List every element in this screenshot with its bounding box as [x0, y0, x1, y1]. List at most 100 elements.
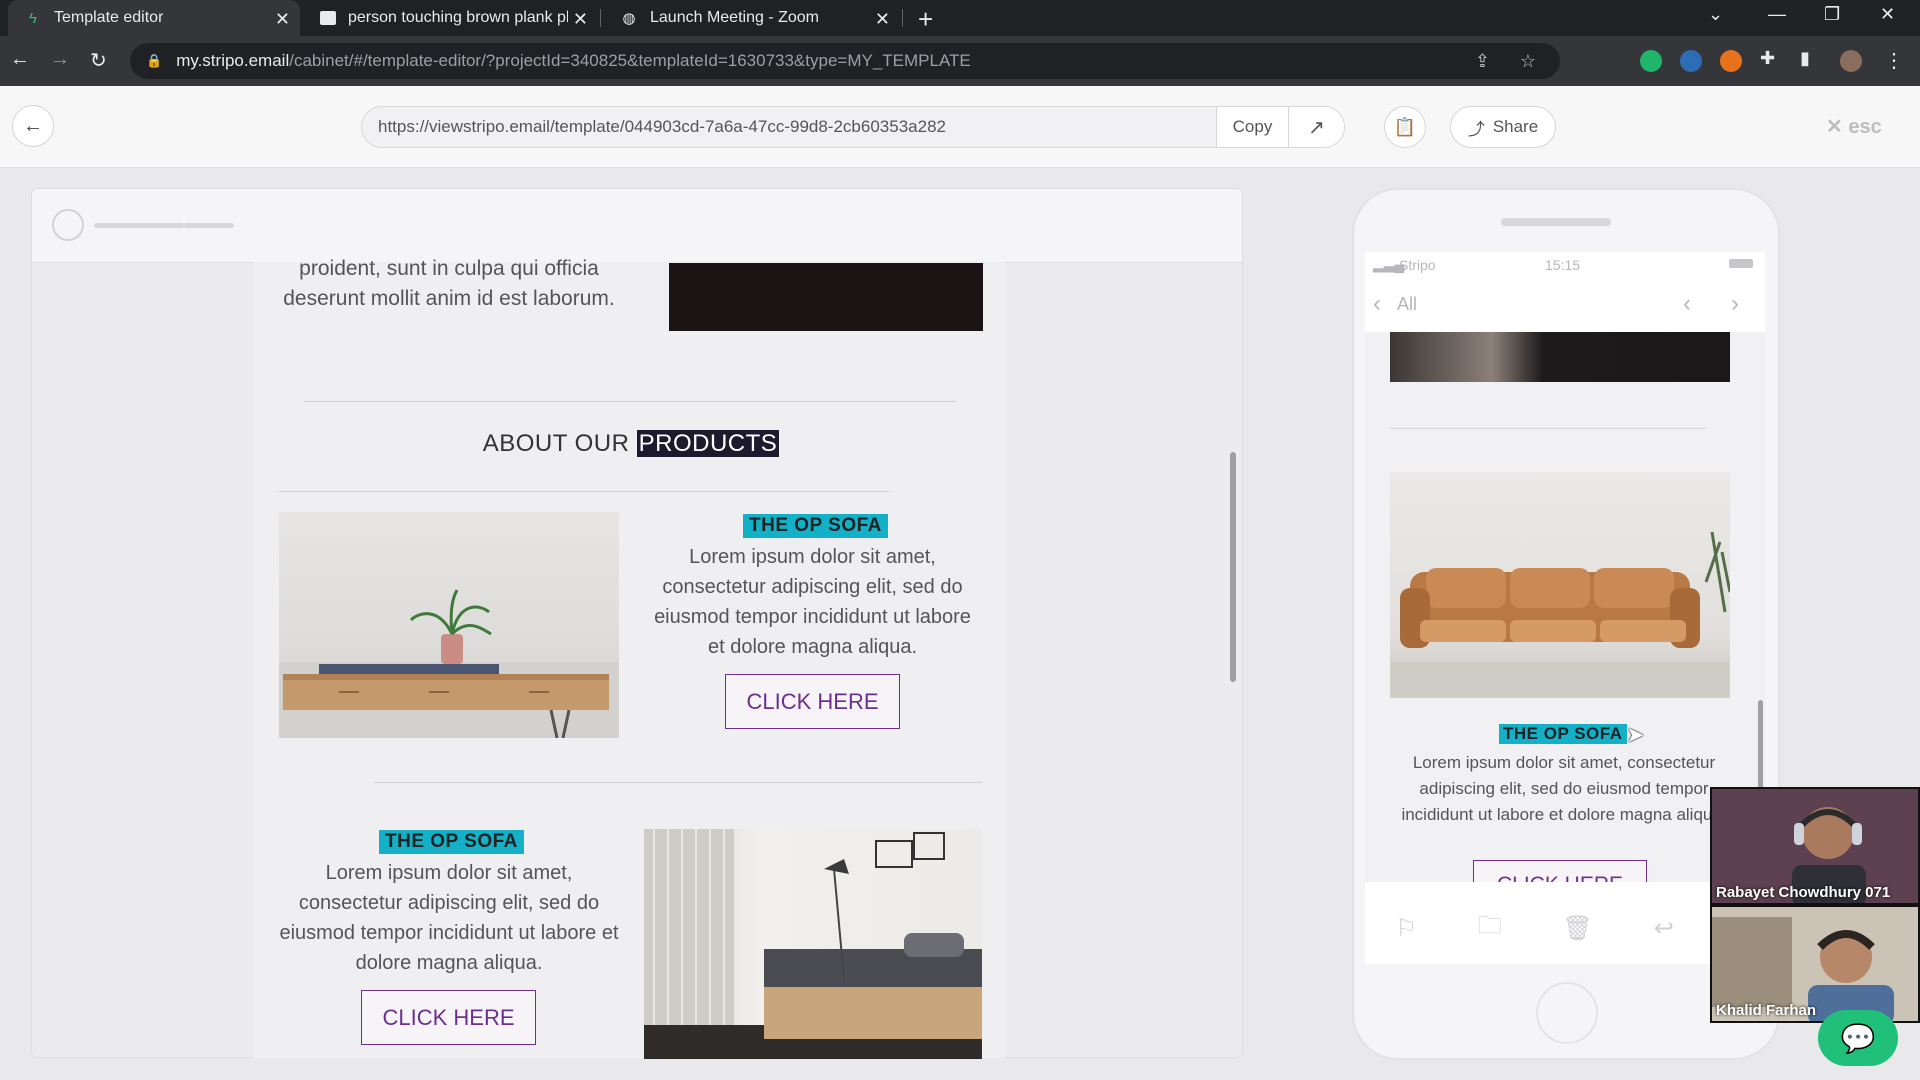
- participant-name: Rabayet Chowdhury 071: [1716, 884, 1891, 901]
- dark-banner-image: [669, 263, 983, 331]
- esc-close-button[interactable]: ✕ esc: [1826, 114, 1882, 139]
- close-tab-icon[interactable]: ✕: [275, 9, 290, 30]
- folder-icon[interactable]: 🗀: [1478, 908, 1502, 949]
- click-here-button[interactable]: CLICK HERE: [725, 674, 900, 729]
- sender-avatar-icon: [52, 209, 84, 241]
- product-description: Lorem ipsum dolor sit amet, consectetur …: [279, 862, 619, 974]
- section-title-highlight: PRODUCTS: [636, 430, 780, 457]
- minimize-icon[interactable]: —: [1768, 4, 1786, 25]
- url-host: my.stripo.email: [176, 51, 290, 70]
- bookmark-star-icon[interactable]: ☆: [1520, 51, 1536, 72]
- share-button[interactable]: ⤴ Share: [1450, 106, 1556, 148]
- trash-icon[interactable]: 🗑: [1562, 914, 1592, 943]
- section-title-prefix: ABOUT OUR: [482, 430, 630, 457]
- tab-title: Launch Meeting - Zoom: [650, 9, 819, 26]
- tab-separator: [600, 9, 601, 27]
- bedroom-illustration: [644, 829, 982, 1059]
- mouse-pointer-icon: ➤: [1626, 722, 1645, 747]
- sofa-illustration: [1390, 531, 1730, 698]
- phone-home-button: [1536, 982, 1598, 1044]
- close-tab-icon[interactable]: ✕: [573, 9, 588, 30]
- share-link-field[interactable]: https://viewstripo.email/template/044903…: [362, 107, 1216, 147]
- section-title: ABOUT OUR PRODUCTS: [279, 430, 983, 458]
- mail-actions-bar: ⚐ 🗀 🗑 ↩: [1365, 892, 1765, 964]
- back-to-inbox-label[interactable]: All: [1397, 294, 1417, 315]
- tab-zoom[interactable]: ◍ Launch Meeting - Zoom ✕: [604, 0, 900, 36]
- clipboard-button[interactable]: 📋: [1384, 106, 1426, 148]
- click-here-button[interactable]: CLICK HERE: [1473, 860, 1647, 882]
- phone-speaker: [1501, 218, 1611, 226]
- placeholder-line: [184, 223, 234, 228]
- url-omnibox[interactable]: 🔒 my.stripo.email /cabinet/#/template-ed…: [130, 43, 1560, 79]
- share-link-box: https://viewstripo.email/template/044903…: [361, 106, 1345, 148]
- open-external-button[interactable]: ↗: [1288, 107, 1344, 147]
- back-button[interactable]: ←: [12, 105, 54, 147]
- product-description: Lorem ipsum dolor sit amet, consectetur …: [654, 546, 971, 658]
- fox-extension-icon[interactable]: [1720, 50, 1742, 72]
- address-bar-row: ← → ↻ 🔒 my.stripo.email /cabinet/#/templ…: [0, 36, 1920, 86]
- divider: [374, 782, 982, 783]
- mobile-scrollbar[interactable]: [1758, 700, 1763, 790]
- desktop-preview-header: [32, 189, 1242, 263]
- forward-arrow-icon[interactable]: →: [50, 48, 70, 71]
- browser-tab-strip: ϟ Template editor ✕ person touching brow…: [0, 0, 1920, 36]
- product-tag: THE OP SOFA: [1499, 724, 1627, 744]
- globe-icon: ◍: [622, 10, 636, 27]
- table-plant-illustration: [279, 589, 619, 738]
- flag-icon[interactable]: ⚐: [1395, 914, 1417, 943]
- mobile-email-content: THE OP SOFA Lorem ipsum dolor sit amet, …: [1365, 332, 1765, 882]
- battery-icon: [1729, 259, 1753, 268]
- tab-unsplash[interactable]: person touching brown plank ph ✕: [304, 0, 598, 36]
- previous-message-icon[interactable]: ‹: [1683, 290, 1691, 318]
- reload-icon[interactable]: ↻: [90, 48, 107, 73]
- close-window-icon[interactable]: ✕: [1880, 4, 1895, 25]
- tab-template-editor[interactable]: ϟ Template editor ✕: [8, 0, 300, 36]
- profile-avatar[interactable]: [1840, 50, 1862, 72]
- restore-icon[interactable]: ❐: [1824, 4, 1840, 25]
- participant-video: Rabayet Chowdhury 071: [1710, 787, 1920, 905]
- mail-nav-bar: ‹ All ‹ ›: [1365, 278, 1765, 332]
- share-page-icon[interactable]: ⇪: [1475, 51, 1490, 72]
- click-here-button[interactable]: CLICK HERE: [361, 990, 536, 1045]
- desktop-scrollbar[interactable]: [1230, 452, 1236, 682]
- preview-toolbar: ← https://viewstripo.email/template/0449…: [0, 86, 1920, 168]
- close-tab-icon[interactable]: ✕: [875, 9, 890, 30]
- tab-separator: [902, 9, 903, 27]
- vpn-extension-icon[interactable]: [1680, 50, 1702, 72]
- chevron-left-icon[interactable]: ‹: [1373, 290, 1381, 318]
- copy-button[interactable]: Copy: [1216, 107, 1288, 147]
- chat-button[interactable]: 💬: [1818, 1010, 1898, 1066]
- divider: [279, 491, 889, 492]
- back-arrow-icon: ←: [23, 114, 43, 137]
- url-path: /cabinet/#/template-editor/?projectId=34…: [289, 51, 971, 70]
- stripo-icon: ϟ: [29, 9, 37, 27]
- intro-text: proident, sunt in culpa qui officia dese…: [283, 257, 615, 310]
- grammarly-extension-icon[interactable]: [1640, 50, 1662, 72]
- back-arrow-icon[interactable]: ←: [10, 48, 30, 71]
- share-nodes-icon: ⤴: [1467, 119, 1485, 139]
- new-tab-plus-icon[interactable]: +: [918, 4, 933, 35]
- reply-icon[interactable]: ↩: [1654, 914, 1674, 943]
- lock-icon: 🔒: [146, 53, 163, 68]
- product-tag: THE OP SOFA: [743, 514, 888, 538]
- mobile-sofa-image: [1390, 472, 1730, 698]
- divider: [304, 401, 956, 402]
- product-image-table-plant: [279, 512, 619, 738]
- esc-label: esc: [1848, 116, 1882, 138]
- product-description: Lorem ipsum dolor sit amet, consectetur …: [1401, 753, 1727, 824]
- product-tag: THE OP SOFA: [379, 830, 524, 854]
- extensions-puzzle-icon[interactable]: ✚: [1760, 48, 1775, 69]
- share-label: Share: [1492, 117, 1539, 136]
- next-message-icon[interactable]: ›: [1731, 290, 1739, 318]
- menu-kebab-icon[interactable]: ⋮: [1884, 48, 1904, 73]
- chat-icon: 💬: [1840, 1022, 1876, 1054]
- status-bar: ▂▃▄ Stripo 15:15: [1365, 252, 1765, 278]
- product-image-bedroom: [644, 829, 982, 1059]
- tab-title: person touching brown plank ph: [348, 9, 568, 26]
- side-panel-icon[interactable]: ▮: [1800, 48, 1810, 69]
- divider: [1390, 428, 1706, 429]
- mobile-banner-image: [1390, 332, 1730, 382]
- tab-search-chevron-icon[interactable]: ⌄: [1708, 4, 1723, 25]
- carrier-name: Stripo: [1399, 257, 1436, 273]
- external-share-icon: ↗: [1308, 116, 1325, 139]
